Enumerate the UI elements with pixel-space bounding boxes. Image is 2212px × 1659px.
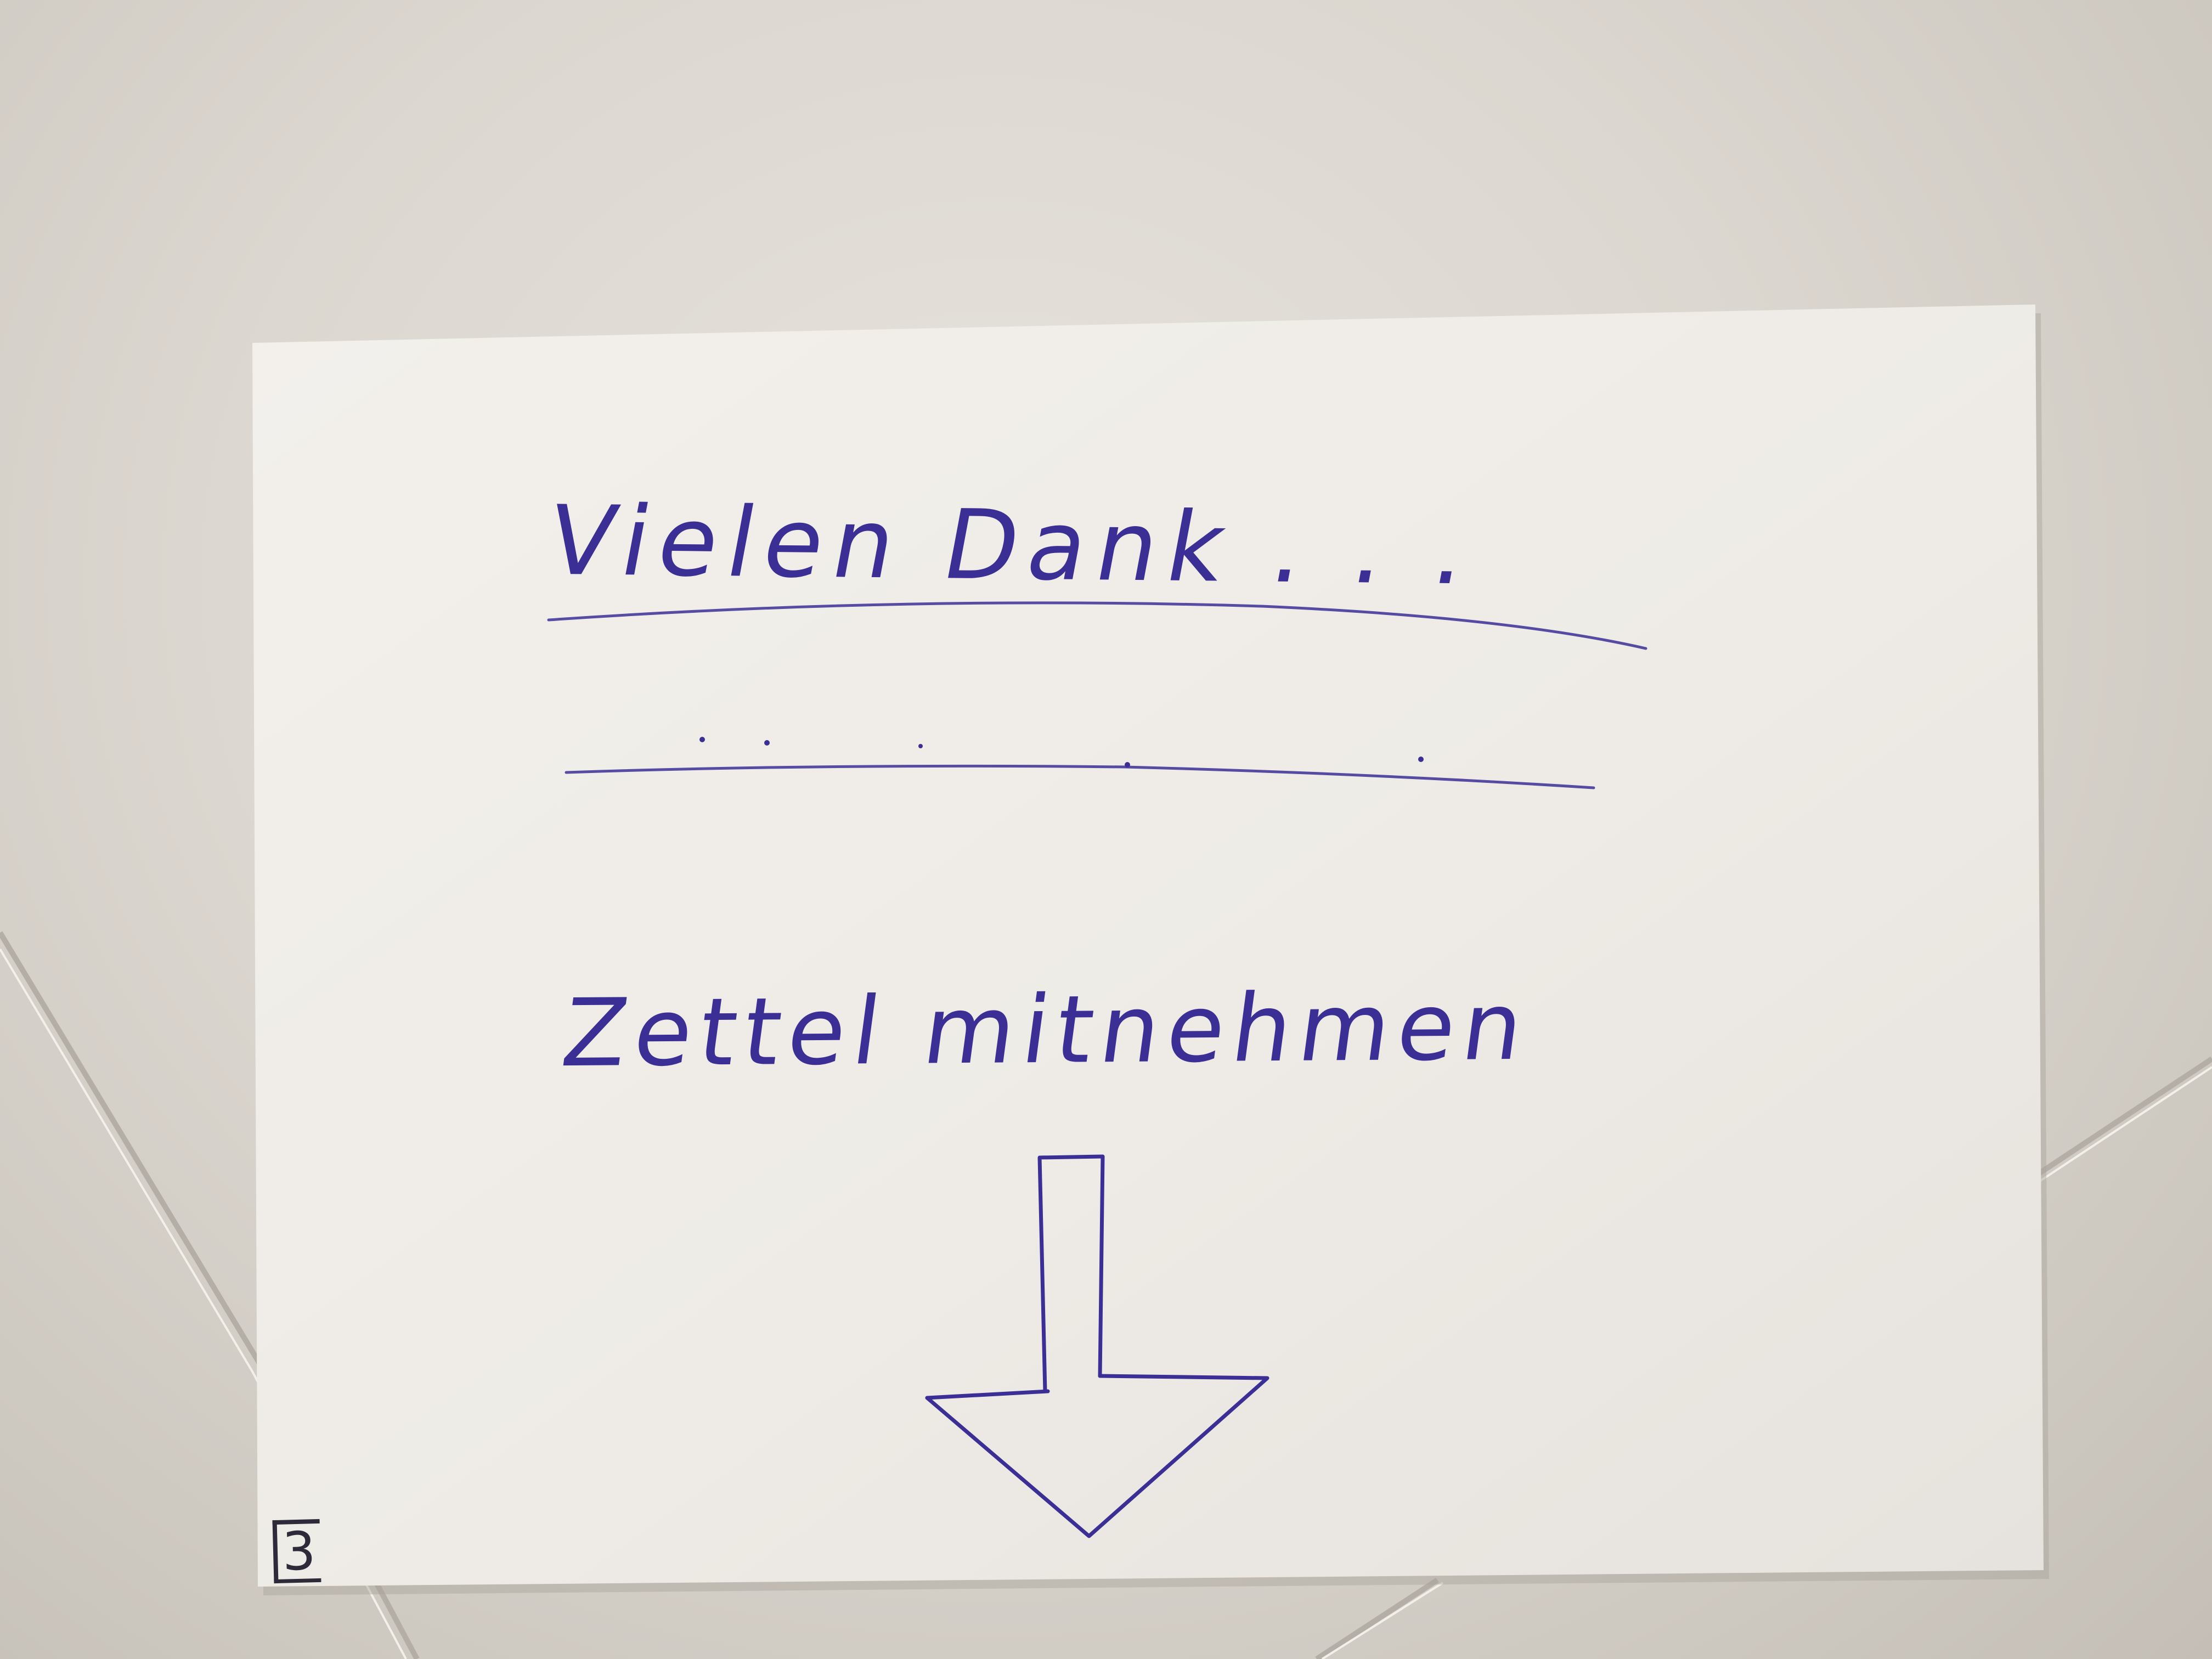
paper-sheet: [252, 304, 2049, 1595]
note-heading: Vielen Dank . . .: [539, 486, 1486, 607]
paper-note: Vielen Dank . . . Zettel mitnehmen 3: [0, 0, 2212, 1659]
page-number: 3: [272, 1519, 321, 1584]
note-instruction: Zettel mitnehmen: [556, 972, 1537, 1088]
